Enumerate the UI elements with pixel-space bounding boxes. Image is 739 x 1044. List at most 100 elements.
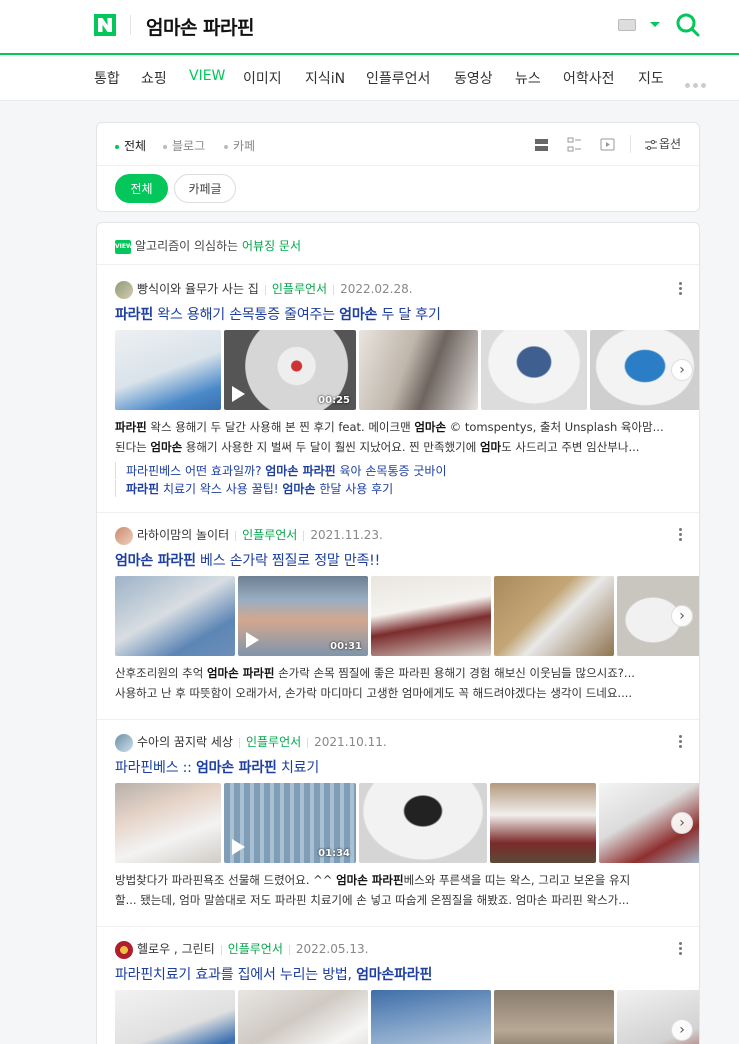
next-thumbnail-button[interactable]: › bbox=[671, 359, 693, 381]
separator bbox=[97, 719, 699, 720]
search-query-input[interactable]: 엄마손 파라핀 bbox=[146, 13, 255, 40]
post-date: 2022.02.28. bbox=[340, 282, 413, 296]
thumbnail-strip: 00:25 › bbox=[115, 330, 699, 410]
tab-view[interactable]: VIEW bbox=[189, 68, 225, 84]
avatar[interactable] bbox=[115, 733, 133, 752]
related-post-link[interactable]: 파라핀베스 어떤 효과일까? 엄마손 파라핀 육아 손목통증 굿바이 bbox=[115, 462, 447, 479]
tab-all[interactable]: 통합 bbox=[94, 68, 120, 88]
thumbnail-image[interactable] bbox=[490, 783, 596, 863]
thumbnail-image[interactable] bbox=[115, 576, 235, 656]
post-date: 2022.05.13. bbox=[295, 942, 369, 956]
tab-map[interactable]: 지도 bbox=[638, 68, 664, 88]
avatar[interactable] bbox=[115, 940, 133, 959]
avatar[interactable] bbox=[115, 526, 133, 545]
tab-news[interactable]: 뉴스 bbox=[515, 68, 541, 88]
abuse-notice[interactable]: VIEW 알고리즘이 의심하는 어뷰징 문서 bbox=[115, 237, 301, 254]
thumbnail-image[interactable] bbox=[115, 330, 221, 410]
video-thumbnail[interactable]: 00:31 bbox=[238, 576, 368, 656]
next-thumbnail-button[interactable]: › bbox=[671, 1019, 693, 1041]
author-name[interactable]: 빵식이와 율무가 사는 집 bbox=[137, 282, 259, 296]
chip-cafe-posts[interactable]: 카페글 bbox=[174, 174, 236, 203]
search-tabs: 통합 쇼핑 VIEW 이미지 지식iN 인플루언서 동영상 뉴스 어학사전 지도 bbox=[0, 57, 739, 101]
more-options-icon[interactable] bbox=[679, 942, 683, 956]
results-card: VIEW 알고리즘이 의심하는 어뷰징 문서 빵식이와 율무가 사는 집 인플루언서… bbox=[96, 222, 700, 1044]
tab-kin[interactable]: 지식iN bbox=[305, 68, 345, 88]
play-icon bbox=[232, 386, 245, 402]
thumbnail-image[interactable] bbox=[359, 783, 487, 863]
search-header: 엄마손 파라핀 bbox=[0, 0, 739, 55]
post-meta: 헬로우 , 그린티 인플루언서 2022.05.13. bbox=[115, 940, 369, 959]
separator bbox=[97, 264, 699, 265]
filter-separator bbox=[97, 165, 699, 166]
filter-type-all[interactable]: 전체 bbox=[115, 137, 146, 154]
post-date: 2021.10.11. bbox=[314, 735, 387, 749]
post-snippet: 된다는 엄마손 용해기 사용한 지 벌써 두 달이 훨씬 지났어요. 찐 만족했… bbox=[115, 440, 640, 454]
video-duration: 00:31 bbox=[330, 641, 362, 652]
tab-images[interactable]: 이미지 bbox=[243, 68, 282, 88]
naver-logo[interactable] bbox=[94, 14, 116, 36]
separator bbox=[97, 512, 699, 513]
thumbnail-strip: 01:34 › bbox=[115, 783, 699, 863]
post-meta: 빵식이와 율무가 사는 집 인플루언서 2022.02.28. bbox=[115, 280, 413, 299]
filter-type-cafe[interactable]: 카페 bbox=[224, 137, 255, 154]
keyboard-icon[interactable] bbox=[618, 19, 636, 31]
post-title[interactable]: 엄마손 파라핀 베스 손가락 찜질로 정말 만족!! bbox=[115, 550, 380, 570]
thumbnail-image[interactable] bbox=[371, 990, 491, 1044]
search-icon[interactable] bbox=[675, 12, 701, 38]
more-options-icon[interactable] bbox=[679, 528, 683, 542]
thumbnail-strip: › bbox=[115, 990, 699, 1044]
post-meta: 수아의 꿈지락 세상 인플루언서 2021.10.11. bbox=[115, 733, 387, 752]
video-thumbnail[interactable]: 01:34 bbox=[224, 783, 356, 863]
influencer-badge[interactable]: 인플루언서 bbox=[242, 528, 297, 542]
more-options-icon[interactable] bbox=[679, 735, 683, 749]
avatar[interactable] bbox=[115, 280, 133, 299]
author-name[interactable]: 라하이맘의 놀이터 bbox=[137, 528, 229, 542]
post-title[interactable]: 파라핀베스 :: 엄마손 파라핀 치료기 bbox=[115, 757, 319, 777]
thumbnail-image[interactable] bbox=[238, 990, 368, 1044]
tab-influencer[interactable]: 인플루언서 bbox=[366, 68, 430, 88]
author-name[interactable]: 헬로우 , 그린티 bbox=[137, 942, 215, 956]
next-thumbnail-button[interactable]: › bbox=[671, 812, 693, 834]
thumbnail-image[interactable] bbox=[115, 783, 221, 863]
related-post-link[interactable]: 파라핀 치료기 왁스 사용 꿀팁! 엄마손 한달 사용 후기 bbox=[115, 480, 393, 497]
more-tabs-icon[interactable] bbox=[685, 77, 711, 88]
filter-type-blog[interactable]: 블로그 bbox=[163, 137, 205, 154]
view-badge-icon: VIEW bbox=[115, 239, 133, 254]
tab-dictionary[interactable]: 어학사전 bbox=[563, 68, 615, 88]
separator bbox=[97, 926, 699, 927]
video-duration: 00:25 bbox=[318, 395, 350, 406]
thumbnail-image[interactable] bbox=[494, 576, 614, 656]
tab-video[interactable]: 동영상 bbox=[454, 68, 493, 88]
thumbnail-strip: 00:31 › bbox=[115, 576, 699, 656]
thumbnail-image[interactable] bbox=[115, 990, 235, 1044]
video-thumbnail[interactable]: 00:25 bbox=[224, 330, 356, 410]
thumbnail-view-icon[interactable] bbox=[567, 137, 582, 152]
video-view-icon[interactable] bbox=[600, 137, 615, 152]
influencer-badge[interactable]: 인플루언서 bbox=[246, 735, 301, 749]
play-icon bbox=[232, 839, 245, 855]
filter-box: 전체 블로그 카페 옵션 전체 카페글 bbox=[96, 122, 700, 212]
post-snippet: 방법찾다가 파라핀욕조 선물해 드렸어요. ^^ 엄마손 파라핀베스와 푸른색을… bbox=[115, 873, 631, 887]
more-options-icon[interactable] bbox=[679, 282, 683, 296]
post-title[interactable]: 파라핀치료기 효과를 집에서 누리는 방법, 엄마손파라핀 bbox=[115, 964, 432, 984]
thumbnail-image[interactable] bbox=[359, 330, 478, 410]
next-thumbnail-button[interactable]: › bbox=[671, 605, 693, 627]
thumbnail-image[interactable] bbox=[371, 576, 491, 656]
filter-divider bbox=[630, 135, 631, 153]
author-name[interactable]: 수아의 꿈지락 세상 bbox=[137, 735, 233, 749]
influencer-badge[interactable]: 인플루언서 bbox=[272, 282, 327, 296]
options-button[interactable]: 옵션 bbox=[645, 135, 681, 152]
post-title[interactable]: 파라핀 왁스 용해기 손목통증 줄여주는 엄마손 두 달 후기 bbox=[115, 304, 441, 324]
header-divider bbox=[130, 15, 131, 35]
influencer-badge[interactable]: 인플루언서 bbox=[228, 942, 283, 956]
chevron-down-icon[interactable] bbox=[650, 22, 660, 27]
play-icon bbox=[246, 632, 259, 648]
thumbnail-image[interactable] bbox=[481, 330, 587, 410]
tab-shopping[interactable]: 쇼핑 bbox=[141, 68, 167, 88]
list-view-icon[interactable] bbox=[534, 137, 549, 152]
chip-all[interactable]: 전체 bbox=[115, 174, 168, 203]
thumbnail-image[interactable] bbox=[494, 990, 614, 1044]
post-date: 2021.11.23. bbox=[310, 528, 383, 542]
post-snippet: 파라핀 왁스 용해기 두 달간 사용해 본 찐 후기 feat. 메이크맨 엄마… bbox=[115, 420, 664, 434]
post-meta: 라하이맘의 놀이터 인플루언서 2021.11.23. bbox=[115, 526, 383, 545]
